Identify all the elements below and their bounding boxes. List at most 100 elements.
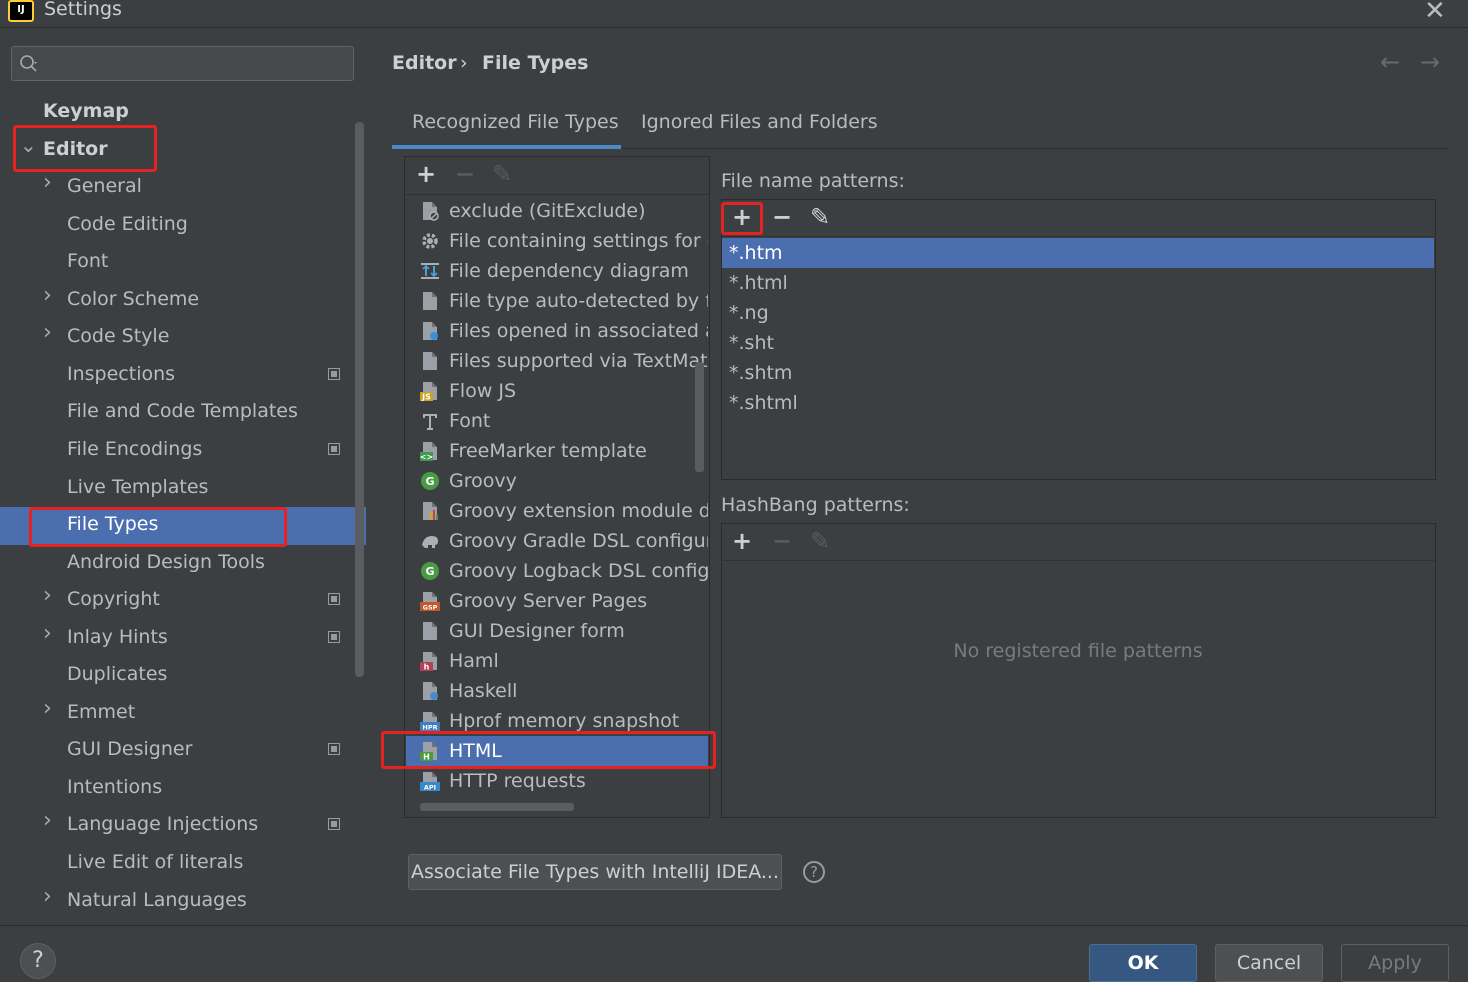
remove-pattern-button[interactable]: − [772,203,792,231]
file-type-row-groovy-extension-module-descriptor[interactable]: Groovy extension module descriptor [406,496,708,526]
intellij-app-icon: IJ [8,0,34,22]
file-types-vertical-scrollbar[interactable] [695,362,704,472]
file-type-row-flow-js[interactable]: JS Flow JS [406,376,708,406]
pattern-row[interactable]: *.html [722,268,1434,298]
title-bar [0,0,1468,28]
svg-text:G: G [425,565,434,578]
file-type-label: Groovy [449,470,517,492]
http-file-icon: API [420,772,440,791]
chevron-right-icon[interactable]: › [43,320,52,345]
sidebar-item-inlay-hints[interactable]: Inlay Hints [67,619,168,655]
chevron-right-icon[interactable]: › [43,583,52,608]
sidebar-item-android-design-tools[interactable]: Android Design Tools [67,544,265,580]
project-settings-icon [328,443,340,455]
add-hashbang-button[interactable]: + [732,527,752,555]
file-type-row-exclude-gitexclude[interactable]: exclude (GitExclude) [406,196,708,226]
js-file-icon: JS [420,382,437,401]
forward-arrow-icon[interactable]: → [1420,48,1440,76]
file-type-row-file-containing-settings-for-editor[interactable]: File containing settings for editor [406,226,708,256]
breadcrumb-editor[interactable]: Editor [392,52,457,74]
tab-ignored-files-and-folders[interactable]: Ignored Files and Folders [641,111,878,133]
file-type-row-groovy-gradle-dsl-configuration[interactable]: Groovy Gradle DSL configuration [406,526,708,556]
project-settings-icon [328,368,340,380]
file-type-label: Font [449,410,491,432]
svg-text:h: h [424,663,430,672]
file-type-row-file-type-auto-detected-by-file-content[interactable]: File type auto-detected by file content [406,286,708,316]
file-type-label: Groovy Server Pages [449,590,648,612]
file-type-row-groovy-server-pages[interactable]: GSP Groovy Server Pages [406,586,708,616]
sidebar-item-language-injections[interactable]: Language Injections [67,806,258,842]
sidebar-item-file-encodings[interactable]: File Encodings [67,431,202,467]
file-type-label: Haml [449,650,499,672]
chevron-right-icon[interactable]: › [43,621,52,646]
sidebar-item-keymap[interactable]: Keymap [43,93,129,129]
hashbang-toolbar-divider [722,560,1435,561]
sidebar-item-live-templates[interactable]: Live Templates [67,469,208,505]
file-type-row-file-dependency-diagram[interactable]: File dependency diagram [406,256,708,286]
sidebar-item-color-scheme[interactable]: Color Scheme [67,281,199,317]
edit-hashbang-button[interactable]: ✎ [810,527,830,555]
pattern-row[interactable]: *.htm [722,238,1434,268]
sidebar-item-code-style[interactable]: Code Style [67,318,169,354]
ok-button[interactable]: OK [1089,944,1197,982]
file-type-row-groovy-logback-dsl-configuration[interactable]: G Groovy Logback DSL configuration [406,556,708,586]
sidebar-item-font[interactable]: Font [67,243,108,279]
sidebar-item-code-editing[interactable]: Code Editing [67,206,188,242]
file-type-label: GUI Designer form [449,620,625,642]
file-type-label: Files supported via TextMate bundles [449,350,708,372]
file-type-row-gui-designer-form[interactable]: GUI Designer form [406,616,708,646]
remove-file-type-button[interactable]: − [455,160,475,188]
text-file-icon [423,292,437,310]
sidebar-item-intentions[interactable]: Intentions [67,769,162,805]
associate-file-types-button[interactable]: Associate File Types with IntelliJ IDEA.… [408,854,782,890]
dependency-diagram-icon [421,263,439,279]
add-file-type-button[interactable]: + [416,160,436,188]
file-types-horizontal-scrollbar[interactable] [420,803,574,811]
hprof-file-icon: HPR [420,712,440,731]
back-arrow-icon[interactable]: ← [1380,48,1400,76]
sidebar-item-copyright[interactable]: Copyright [67,581,160,617]
chevron-right-icon[interactable]: › [43,283,52,308]
file-type-row-font[interactable]: Font [406,406,708,436]
file-type-row-groovy[interactable]: G Groovy [406,466,708,496]
pattern-row[interactable]: *.sht [722,328,1434,358]
sidebar-item-general[interactable]: General [67,168,142,204]
file-type-row-haskell[interactable]: Haskell [406,676,708,706]
chevron-right-icon[interactable]: › [43,884,52,909]
apply-button[interactable]: Apply [1341,944,1449,982]
sidebar-item-natural-languages[interactable]: Natural Languages [67,882,247,918]
file-type-row-files-supported-via-textmate-bundles[interactable]: Files supported via TextMate bundles [406,346,708,376]
sidebar-item-emmet[interactable]: Emmet [67,694,135,730]
sidebar-item-gui-designer[interactable]: GUI Designer [67,731,192,767]
sidebar-item-duplicates[interactable]: Duplicates [67,656,167,692]
sidebar-item-live-edit-of-literals[interactable]: Live Edit of literals [67,844,243,880]
pattern-row[interactable]: *.ng [722,298,1434,328]
cancel-button[interactable]: Cancel [1215,944,1323,982]
chevron-right-icon[interactable]: › [43,170,52,195]
gui-form-file-icon [423,622,437,640]
file-type-row-files-opened-in-associated-applications[interactable]: Files opened in associated applications [406,316,708,346]
close-window-icon[interactable]: ✕ [1424,0,1446,26]
settings-search-input[interactable] [11,46,354,81]
file-type-label: Haskell [449,680,518,702]
pattern-row[interactable]: *.shtm [722,358,1434,388]
pattern-row[interactable]: *.shtml [722,388,1434,418]
edit-pattern-button[interactable]: ✎ [810,203,830,231]
file-type-row-haml[interactable]: h Haml [406,646,708,676]
file-type-row-freemarker-template[interactable]: <> FreeMarker template [406,436,708,466]
sidebar-item-file-and-code-templates[interactable]: File and Code Templates [67,393,298,429]
remove-hashbang-button[interactable]: − [772,527,792,555]
hashbang-empty-text: No registered file patterns [953,640,1203,662]
file-name-patterns-label: File name patterns: [721,170,905,192]
file-type-row-http-requests[interactable]: API HTTP requests [406,766,708,796]
edit-file-type-button[interactable]: ✎ [492,160,512,188]
dialog-help-button[interactable]: ? [20,943,56,979]
help-icon[interactable]: ? [803,861,825,883]
chevron-right-icon[interactable]: › [43,808,52,833]
haskell-file-icon [423,682,438,700]
tab-recognized-file-types[interactable]: Recognized File Types [412,111,619,133]
chevron-right-icon[interactable]: › [43,696,52,721]
list-toolbar-divider [405,194,709,195]
sidebar-item-inspections[interactable]: Inspections [67,356,175,392]
sidebar-scrollbar[interactable] [355,122,364,677]
